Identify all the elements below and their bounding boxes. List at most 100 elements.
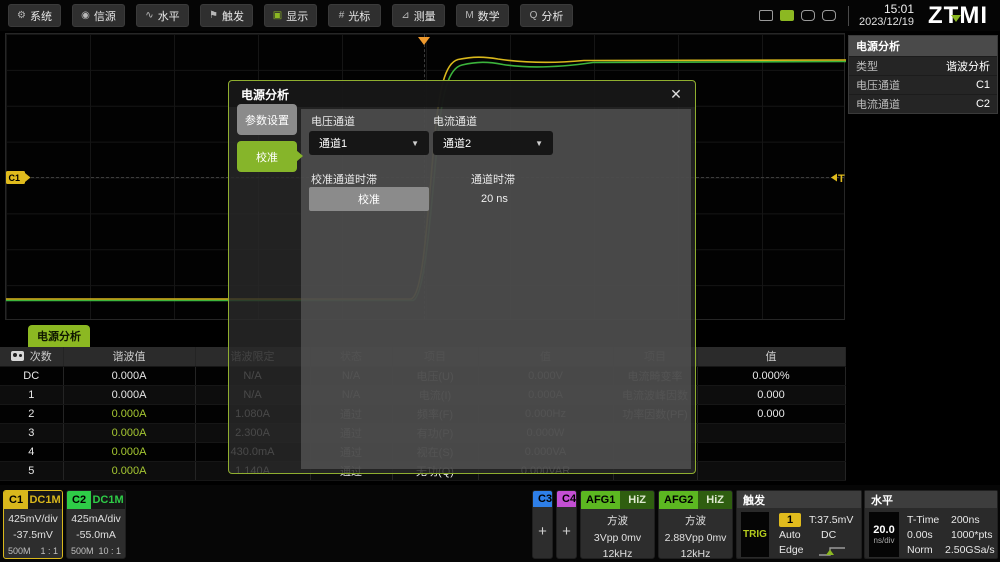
network-icon[interactable]: [800, 10, 815, 21]
menu-label: 信源: [93, 10, 116, 23]
waveform-type: 方波: [607, 515, 628, 527]
divider: [847, 5, 849, 26]
table-cell: 5: [0, 461, 64, 481]
table-cell: 0.000A: [63, 461, 196, 481]
column-header: 值: [697, 347, 846, 367]
screen-icon[interactable]: [758, 10, 773, 21]
summary-row-type[interactable]: 类型 谐波分析: [849, 56, 997, 75]
bandwidth-value: 500M: [8, 546, 31, 556]
trig-status-text: TRIG: [743, 529, 767, 540]
coupling-value: DC1M: [91, 491, 125, 509]
source-icon: ◉: [81, 9, 90, 21]
current-channel-select[interactable]: 通道2 ▼: [433, 131, 553, 155]
horizontal-panel[interactable]: 水平 20.0 ns/div T-Time 200ns 0.00s 1000*p…: [864, 490, 998, 559]
logo-triangle: [951, 14, 962, 22]
menu-analyze-button[interactable]: Q 分析: [520, 4, 573, 27]
svg-text:C1: C1: [9, 173, 21, 183]
delay-value: 0.00s: [907, 529, 933, 541]
tab-calibration[interactable]: 校准: [237, 141, 303, 172]
menu-display-button[interactable]: ▣ 显示: [264, 4, 317, 27]
table-cell: [697, 461, 846, 481]
probe-ratio: 10 : 1: [98, 546, 121, 556]
menu-label: 系统: [29, 10, 52, 23]
c1-level-marker[interactable]: C1: [6, 171, 31, 184]
trig-status-box[interactable]: TRIG: [741, 512, 769, 557]
channel-card-c1[interactable]: C1 DC1M 425mV/div -37.5mV 500M 1 : 1: [3, 490, 63, 559]
usb-storage-icon[interactable]: [779, 10, 794, 21]
trigger-position-marker[interactable]: [418, 37, 430, 45]
amplitude-value: 3Vpp 0mv: [593, 532, 642, 544]
date-text: 2023/12/19: [858, 16, 915, 29]
channel-badge: C4: [557, 491, 576, 507]
voltage-channel-select[interactable]: 通道1 ▼: [309, 131, 429, 155]
deskew-calibrate-label: 校准通道时滞: [311, 174, 377, 186]
menu-system-button[interactable]: ⚙ 系统: [8, 4, 61, 27]
summary-row-current[interactable]: 电流通道 C2: [849, 94, 997, 113]
trigger-flag-icon: ⚑: [209, 9, 218, 21]
offset-value: -55.0mA: [76, 529, 116, 541]
current-channel-label: 电流通道: [433, 116, 477, 128]
trigger-coupling-value: DC: [821, 529, 837, 541]
table-cell: 0.000A: [63, 366, 196, 386]
close-icon[interactable]: ✕: [667, 85, 685, 103]
menu-measure-button[interactable]: ⊿ 测量: [392, 4, 445, 27]
menu-label: 水平: [157, 10, 180, 23]
row-label: 电压通道: [856, 80, 900, 92]
trigger-source-badge[interactable]: 1: [779, 513, 801, 527]
menu-label: 分析: [541, 10, 564, 23]
channel-card-c3[interactable]: C3 +: [532, 490, 553, 559]
top-toolbar: ⚙ 系统 ◉ 信源 ∿ 水平 ⚑ 触发 ▣ 显示 # 光标 ⊿ 测量 M 数学 …: [0, 0, 1000, 31]
menu-label: 光标: [348, 10, 371, 23]
table-cell: DC: [0, 366, 64, 386]
menu-math-button[interactable]: M 数学: [456, 4, 509, 27]
touch-icon[interactable]: [821, 10, 836, 21]
bandwidth-value: 500M: [71, 546, 94, 556]
menu-horizontal-button[interactable]: ∿ 水平: [136, 4, 189, 27]
table-cell: 0.000A: [63, 404, 196, 424]
impedance-value: HiZ: [698, 491, 732, 509]
table-cell: [697, 442, 846, 462]
horizontal-icon: ∿: [145, 9, 154, 21]
scale-value: 425mA/div: [71, 513, 121, 525]
table-cell: 1: [0, 385, 64, 405]
menu-trigger-button[interactable]: ⚑ 触发: [200, 4, 253, 27]
menu-label: 数学: [477, 10, 500, 23]
add-channel-button[interactable]: +: [533, 523, 552, 540]
snapshot-icon[interactable]: [10, 351, 24, 362]
menu-label: 触发: [221, 10, 244, 23]
frequency-value: 12kHz: [680, 548, 711, 559]
channel-badge: C1: [4, 491, 29, 509]
channel-card-c4[interactable]: C4 +: [556, 490, 577, 559]
row-label: 电流通道: [856, 99, 900, 111]
afg2-card[interactable]: AFG2 HiZ 方波 2.88Vpp 0mv 12kHz: [658, 490, 733, 559]
menu-cursor-button[interactable]: # 光标: [328, 4, 381, 27]
trigger-level-value: T:37.5mV: [809, 514, 854, 526]
menu-source-button[interactable]: ◉ 信源: [72, 4, 125, 27]
brand-logo: ZTMI: [928, 1, 988, 29]
t-time-value: 200ns: [951, 514, 980, 526]
gear-icon: ⚙: [17, 9, 26, 21]
table-cell: 0.000A: [63, 423, 196, 443]
timebase-box[interactable]: 20.0 ns/div: [869, 512, 899, 557]
coupling-value: DC1M: [28, 491, 62, 509]
rising-edge-icon: [819, 547, 845, 556]
time-text: 15:01: [883, 1, 915, 16]
frequency-value: 12kHz: [602, 548, 633, 559]
table-cell: 3: [0, 423, 64, 443]
row-value: 谐波分析: [946, 61, 990, 73]
results-tab-power-analysis[interactable]: 电源分析: [28, 325, 90, 347]
trigger-panel[interactable]: 触发 TRIG 1 T:37.5mV Auto DC Edge: [736, 490, 862, 559]
t-level-marker[interactable]: T: [831, 173, 845, 185]
tab-parameter-settings[interactable]: 参数设置: [237, 104, 297, 135]
afg-badge: AFG2: [659, 491, 699, 509]
sample-rate-value: 2.50GSa/s: [945, 544, 995, 556]
afg1-card[interactable]: AFG1 HiZ 方波 3Vpp 0mv 12kHz: [580, 490, 655, 559]
summary-row-voltage[interactable]: 电压通道 C1: [849, 75, 997, 94]
table-cell: 4: [0, 442, 64, 462]
display-icon: ▣: [272, 9, 283, 21]
calibrate-button[interactable]: 校准: [309, 187, 429, 211]
channel-badge: C2: [67, 491, 92, 509]
add-channel-button[interactable]: +: [557, 523, 576, 540]
channel-card-c2[interactable]: C2 DC1M 425mA/div -55.0mA 500M 10 : 1: [66, 490, 126, 559]
dialog-content-panel: [301, 109, 691, 469]
